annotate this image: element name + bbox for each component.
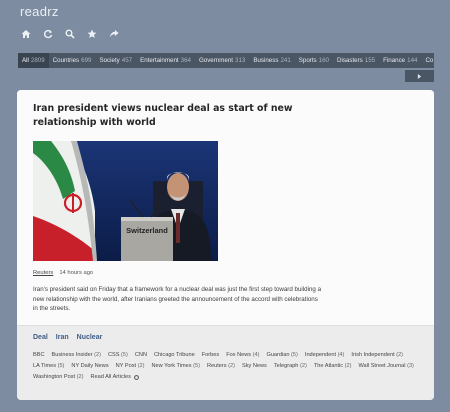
source-link[interactable]: Independent (4) xyxy=(305,352,345,358)
article-meta: Reuters 14 hours ago xyxy=(33,270,93,276)
source-link[interactable]: Washington Post (2) xyxy=(33,374,84,380)
category-scroll-next-button[interactable] xyxy=(405,70,434,82)
category-tab-more[interactable]: Co xyxy=(421,53,434,68)
share-icon[interactable] xyxy=(108,28,120,40)
source-list: BBC Business Insider (2) CSS (5) CNN Chi… xyxy=(33,352,428,380)
tag-link[interactable]: Nuclear xyxy=(77,334,103,341)
toolbar xyxy=(20,27,120,41)
category-tab-disasters[interactable]: Disasters 155 xyxy=(333,53,379,68)
source-link[interactable]: Guardian (5) xyxy=(266,352,297,358)
source-link[interactable]: Business Insider (2) xyxy=(52,352,101,358)
source-link[interactable]: NY Daily News xyxy=(71,363,108,369)
tag-list: Deal Iran Nuclear xyxy=(33,334,102,341)
star-icon[interactable] xyxy=(86,28,98,40)
source-link[interactable]: NY Post (2) xyxy=(116,363,145,369)
source-link[interactable]: Chicago Tribune xyxy=(154,352,195,358)
source-link[interactable]: New York Times (5) xyxy=(151,363,200,369)
refresh-icon[interactable] xyxy=(42,28,54,40)
source-link[interactable]: Wall Street Journal (3) xyxy=(358,363,413,369)
search-icon[interactable] xyxy=(64,28,76,40)
article-title[interactable]: Iran president views nuclear deal as sta… xyxy=(33,102,333,130)
source-link[interactable]: Reuters (2) xyxy=(207,363,235,369)
source-link[interactable]: Fox News (4) xyxy=(226,352,259,358)
article-time: 14 hours ago xyxy=(59,270,94,276)
source-link[interactable]: The Atlantic (2) xyxy=(314,363,352,369)
podium-sign-text: Switzerland xyxy=(126,226,168,235)
source-link[interactable]: Irish Independent (2) xyxy=(351,352,403,358)
article-summary: Iran's president said on Friday that a f… xyxy=(33,286,322,312)
source-link[interactable]: CNN xyxy=(135,352,147,358)
article-card: Iran president views nuclear deal as sta… xyxy=(17,90,434,400)
source-link[interactable]: Sky News xyxy=(242,363,267,369)
home-icon[interactable] xyxy=(20,28,32,40)
source-link[interactable]: BBC xyxy=(33,352,45,358)
category-tab-finance[interactable]: Finance 144 xyxy=(379,53,421,68)
article-footer: Deal Iran Nuclear BBC Business Insider (… xyxy=(17,325,434,400)
source-link[interactable]: Telegraph (2) xyxy=(274,363,307,369)
tag-link[interactable]: Deal xyxy=(33,334,48,341)
article-photo[interactable]: Switzerland xyxy=(33,141,218,261)
category-tab-entertainment[interactable]: Entertainment 364 xyxy=(136,53,195,68)
category-tab-countries[interactable]: Countries 699 xyxy=(49,53,96,68)
read-all-articles-link[interactable]: Read All Articles xyxy=(91,374,139,380)
circle-arrow-icon xyxy=(134,374,139,380)
category-tab-all[interactable]: All 2809 xyxy=(18,53,49,68)
article-body: Iran president views nuclear deal as sta… xyxy=(17,90,434,325)
category-tab-business[interactable]: Business 241 xyxy=(249,53,294,68)
source-link[interactable]: LA Times (5) xyxy=(33,363,64,369)
article-source-link[interactable]: Reuters xyxy=(33,270,53,276)
category-tab-sports[interactable]: Sports 160 xyxy=(295,53,333,68)
source-link[interactable]: Forbes xyxy=(202,352,219,358)
tag-link[interactable]: Iran xyxy=(56,334,69,341)
category-bar: All 2809 Countries 699 Society 457 Entertai… xyxy=(18,53,434,68)
source-link[interactable]: CSS (5) xyxy=(108,352,128,358)
app-logo[interactable]: readrz xyxy=(20,4,59,19)
caret-right-icon xyxy=(417,73,422,79)
category-tab-government[interactable]: Government 313 xyxy=(195,53,249,68)
category-tab-society[interactable]: Society 457 xyxy=(95,53,136,68)
